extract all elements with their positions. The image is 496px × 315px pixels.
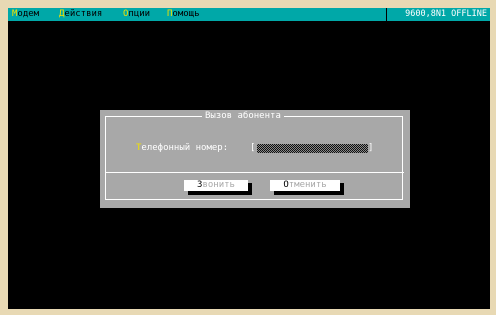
call-button[interactable]: Звонить xyxy=(184,180,248,191)
terminal-screen: Модем Действия Опции Помощь 9600,8N1 OFF… xyxy=(8,8,490,309)
menu-help-label: омощь xyxy=(172,9,200,19)
cancel-button-label: тменить xyxy=(288,180,327,190)
dialog-title: Вызов абонента xyxy=(202,110,284,122)
phone-label-text: елефонный номер: xyxy=(141,143,229,153)
menu-actions-label: ействия xyxy=(64,9,103,19)
menu-bar: Модем Действия Опции Помощь 9600,8N1 OFF… xyxy=(8,8,490,21)
field-bracket-close: ] xyxy=(368,143,374,153)
field-bracket-open: [ xyxy=(250,143,256,153)
call-button-shadow xyxy=(188,191,252,195)
menu-modem-label: одем xyxy=(17,9,40,19)
call-button-label: вонить xyxy=(202,180,235,190)
menu-options-label: пции xyxy=(128,9,151,19)
cancel-button[interactable]: Отменить xyxy=(270,180,340,191)
phone-number-label: Телефонный номер: xyxy=(136,142,228,154)
menu-help[interactable]: Помощь xyxy=(167,8,200,21)
menu-actions[interactable]: Действия xyxy=(59,8,102,21)
call-subscriber-dialog: Вызов абонента Телефонный номер: [ ] Зво… xyxy=(100,110,410,208)
menu-options[interactable]: Опции xyxy=(123,8,150,21)
menu-modem[interactable]: Модем xyxy=(12,8,39,21)
cancel-button-shadow xyxy=(274,191,344,195)
connection-status: 9600,8N1 OFFLINE xyxy=(386,8,490,21)
dialog-frame xyxy=(105,116,403,200)
dialog-separator xyxy=(106,172,404,173)
phone-number-input[interactable] xyxy=(257,144,368,153)
